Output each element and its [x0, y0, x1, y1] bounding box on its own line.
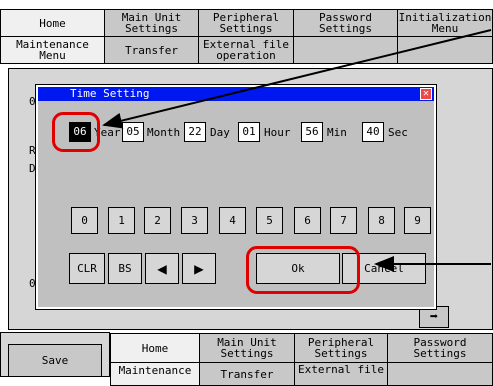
arrow-to-year	[102, 29, 492, 129]
annotation-arrows	[102, 29, 492, 272]
